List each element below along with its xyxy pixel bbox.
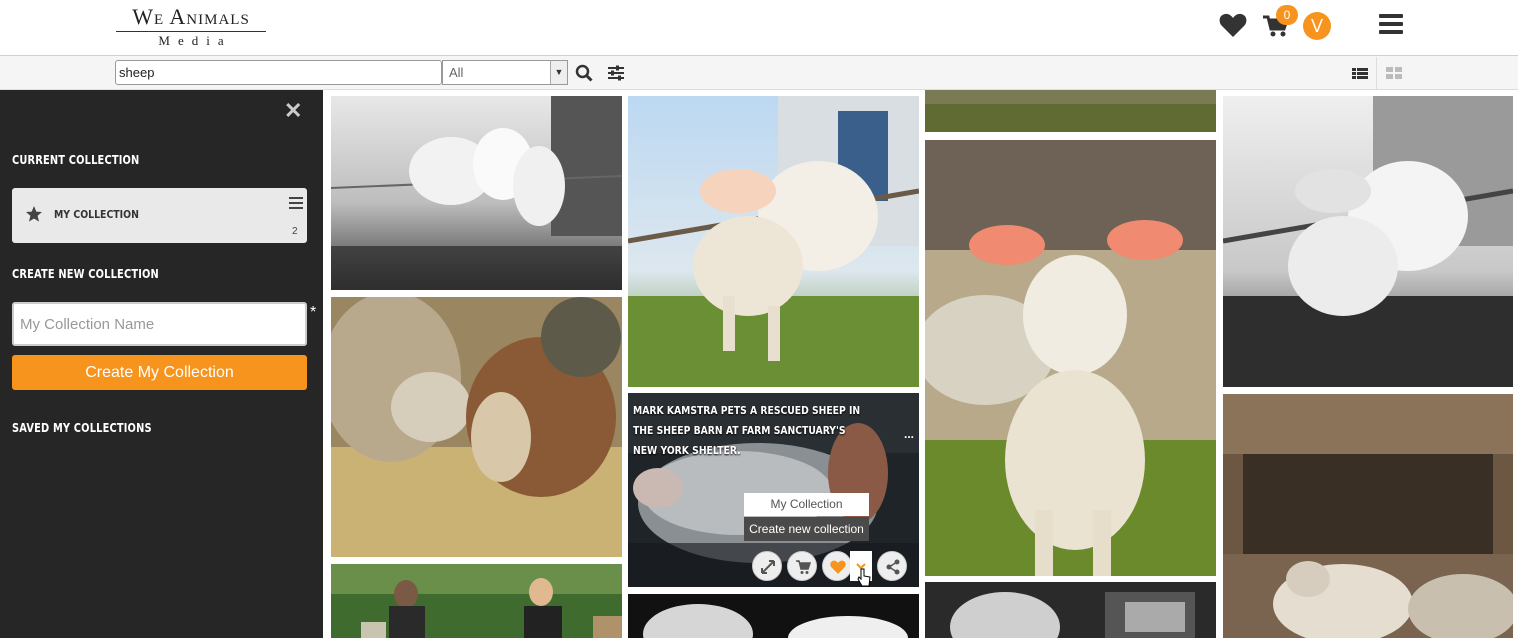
logo-divider	[116, 31, 266, 32]
category-select[interactable]: All ▼	[442, 60, 568, 85]
hamburger-menu-icon[interactable]	[1379, 14, 1403, 36]
create-collection-button[interactable]: Create My Collection	[12, 355, 307, 390]
favorites-heart-icon[interactable]	[1219, 12, 1247, 38]
photo-grass[interactable]	[925, 90, 1216, 132]
close-sidebar-icon[interactable]: ✕	[284, 100, 302, 122]
create-collection-heading: Create New Collection	[12, 267, 159, 281]
image-gallery: Mark Kamstra pets a rescued sheep in the…	[323, 90, 1518, 638]
user-avatar[interactable]: V	[1303, 12, 1331, 40]
logo-subtitle: Media	[158, 33, 232, 48]
dropdown-item-my-collection[interactable]: My Collection	[744, 493, 869, 516]
category-select-value: All	[449, 65, 464, 80]
photo-lamb-pink-ears[interactable]	[925, 140, 1216, 576]
pointer-cursor-icon	[857, 568, 871, 587]
photo-lamb-bw[interactable]	[1223, 96, 1513, 387]
share-button[interactable]	[877, 551, 907, 581]
collection-count: 2	[292, 226, 298, 237]
chevron-down-icon: ▼	[550, 61, 567, 84]
list-view-icon[interactable]	[1343, 57, 1377, 89]
collection-name: My Collection	[54, 208, 139, 221]
search-icon[interactable]	[575, 64, 593, 82]
logo[interactable]: We Animals Media	[115, 4, 267, 50]
photo-lamb-sunlit[interactable]	[628, 96, 919, 387]
grid-view-icon[interactable]	[1378, 57, 1410, 89]
expand-button[interactable]	[752, 551, 782, 581]
caption-more[interactable]: ...	[904, 427, 914, 441]
collection-menu-icon[interactable]	[289, 197, 303, 209]
logo-title: We Animals	[132, 4, 250, 29]
photo-woman-bw[interactable]	[925, 582, 1216, 638]
dropdown-item-create-collection[interactable]: Create new collection	[744, 517, 869, 541]
photo-caption: Mark Kamstra pets a rescued sheep in the…	[633, 404, 861, 457]
top-header: We Animals Media 0 V	[0, 0, 1518, 56]
collections-sidebar: ✕ Current Collection My Collection 2 Cre…	[0, 90, 323, 638]
required-asterisk: *	[310, 304, 317, 321]
cart-count-badge: 0	[1276, 5, 1298, 25]
photo-protesters[interactable]	[331, 564, 622, 638]
current-collection-card[interactable]: My Collection 2	[12, 188, 307, 243]
collection-name-input[interactable]	[12, 302, 307, 346]
photo-sheep-trio-bw[interactable]	[331, 96, 622, 290]
star-icon	[25, 205, 43, 223]
search-bar: All ▼	[0, 56, 1518, 90]
saved-collections-heading: Saved My Collections	[12, 421, 152, 435]
collection-dropdown: My Collection Create new collection	[744, 493, 869, 541]
photo-person-bw[interactable]	[628, 594, 919, 638]
add-to-collection-button[interactable]	[822, 551, 852, 581]
photo-goat-and-sheep[interactable]	[331, 297, 622, 557]
add-to-cart-button[interactable]	[787, 551, 817, 581]
photo-sheep-in-barn[interactable]	[1223, 394, 1513, 638]
current-collection-heading: Current Collection	[12, 153, 140, 167]
photo-sheep-petted-hover[interactable]: Mark Kamstra pets a rescued sheep in the…	[628, 393, 919, 587]
filter-sliders-icon[interactable]	[607, 64, 625, 82]
search-input[interactable]	[115, 60, 442, 85]
